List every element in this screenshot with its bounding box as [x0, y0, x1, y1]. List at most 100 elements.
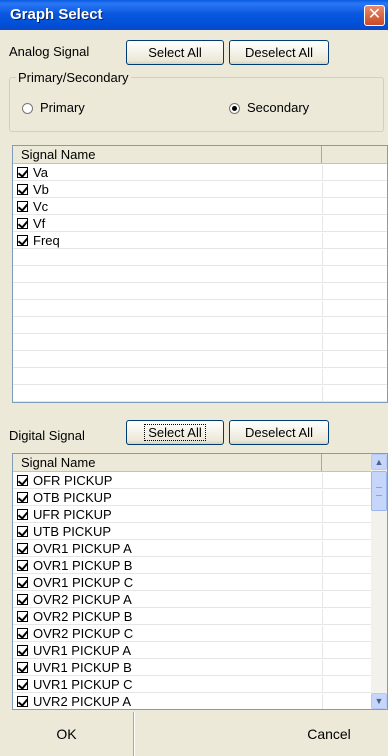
column-divider: [322, 369, 323, 385]
digital-list-scrollbar[interactable]: ▲ ▼: [371, 454, 387, 709]
digital-list-item[interactable]: OTB PICKUP: [13, 490, 387, 506]
footer-divider: [133, 712, 135, 756]
checkbox-checked-icon[interactable]: [17, 594, 28, 605]
analog-signal-list[interactable]: Signal Name Va Vb Vc Vf Freq: [12, 145, 388, 403]
analog-list-item[interactable]: Va: [13, 165, 387, 181]
column-divider: [322, 216, 323, 232]
digital-column-signal-name-label: Signal Name: [21, 455, 96, 470]
digital-column-signal-name[interactable]: Signal Name: [13, 454, 322, 471]
column-divider: [322, 182, 323, 198]
column-divider: [322, 352, 323, 368]
digital-list-item[interactable]: OVR1 PICKUP A: [13, 541, 387, 557]
column-divider: [322, 626, 323, 642]
checkbox-checked-icon[interactable]: [17, 218, 28, 229]
analog-column-signal-name-label: Signal Name: [21, 147, 96, 162]
analog-list-item[interactable]: Vf: [13, 216, 387, 232]
analog-empty-row: [13, 284, 387, 300]
ok-button[interactable]: OK: [0, 712, 133, 756]
primary-secondary-group-title: Primary/Secondary: [16, 70, 131, 85]
digital-list-item[interactable]: UTB PICKUP: [13, 524, 387, 540]
column-divider: [322, 490, 323, 506]
analog-deselect-all-button[interactable]: Deselect All: [229, 40, 329, 65]
analog-select-all-button[interactable]: Select All: [126, 40, 224, 65]
analog-list-header: Signal Name: [13, 146, 387, 164]
scrollbar-thumb[interactable]: [371, 471, 387, 511]
digital-list-item-label: OVR2 PICKUP C: [33, 626, 134, 641]
checkbox-checked-icon[interactable]: [17, 628, 28, 639]
analog-empty-row: [13, 301, 387, 317]
analog-list-item-label: Vc: [33, 199, 49, 214]
digital-list-item-label: UVR1 PICKUP B: [33, 660, 132, 675]
checkbox-checked-icon[interactable]: [17, 560, 28, 571]
analog-select-all-label: Select All: [148, 45, 202, 60]
column-divider: [322, 318, 323, 334]
column-divider: [322, 558, 323, 574]
analog-list-item-label: Va: [33, 165, 48, 180]
column-divider: [322, 335, 323, 351]
digital-list-item[interactable]: UVR1 PICKUP C: [13, 677, 387, 693]
checkbox-checked-icon[interactable]: [17, 679, 28, 690]
column-divider: [322, 267, 323, 283]
digital-select-all-button[interactable]: Select All: [126, 420, 224, 445]
checkbox-checked-icon[interactable]: [17, 492, 28, 503]
analog-deselect-all-label: Deselect All: [245, 45, 313, 60]
checkbox-checked-icon[interactable]: [17, 475, 28, 486]
title-bar[interactable]: Graph Select ✕: [0, 0, 388, 30]
close-icon: ✕: [367, 6, 382, 23]
digital-list-item[interactable]: OVR2 PICKUP B: [13, 609, 387, 625]
checkbox-checked-icon[interactable]: [17, 184, 28, 195]
column-divider: [322, 199, 323, 215]
analog-empty-row: [13, 267, 387, 283]
checkbox-checked-icon[interactable]: [17, 696, 28, 707]
checkbox-checked-icon[interactable]: [17, 526, 28, 537]
digital-list-item[interactable]: OFR PICKUP: [13, 473, 387, 489]
digital-deselect-all-button[interactable]: Deselect All: [229, 420, 329, 445]
digital-list-item[interactable]: UVR2 PICKUP A: [13, 694, 387, 709]
checkbox-checked-icon[interactable]: [17, 167, 28, 178]
radio-primary[interactable]: Primary: [22, 100, 122, 116]
digital-signal-list[interactable]: Signal Name OFR PICKUP OTB PICKUP UFR PICK…: [12, 453, 388, 710]
column-divider: [322, 592, 323, 608]
column-divider: [322, 284, 323, 300]
analog-list-item[interactable]: Vb: [13, 182, 387, 198]
radio-primary-indicator-icon: [22, 103, 33, 114]
checkbox-checked-icon[interactable]: [17, 611, 28, 622]
checkbox-checked-icon[interactable]: [17, 201, 28, 212]
cancel-button[interactable]: Cancel: [270, 712, 388, 756]
checkbox-checked-icon[interactable]: [17, 662, 28, 673]
digital-signal-label: Digital Signal: [9, 428, 85, 443]
checkbox-checked-icon[interactable]: [17, 235, 28, 246]
scroll-up-arrow-icon[interactable]: ▲: [371, 454, 387, 470]
ok-label: OK: [56, 726, 77, 742]
column-divider: [322, 541, 323, 557]
digital-list-item[interactable]: UFR PICKUP: [13, 507, 387, 523]
column-divider: [322, 575, 323, 591]
checkbox-checked-icon[interactable]: [17, 645, 28, 656]
close-button[interactable]: ✕: [364, 5, 385, 26]
digital-list-item-label: UVR1 PICKUP C: [33, 677, 133, 692]
analog-list-item[interactable]: Freq: [13, 233, 387, 249]
analog-empty-row: [13, 352, 387, 368]
digital-list-item-label: OFR PICKUP: [33, 473, 113, 488]
analog-list-item[interactable]: Vc: [13, 199, 387, 215]
analog-column-signal-name[interactable]: Signal Name: [13, 146, 322, 163]
digital-list-item-label: UVR1 PICKUP A: [33, 643, 132, 658]
column-divider: [322, 165, 323, 181]
digital-list-item[interactable]: UVR1 PICKUP A: [13, 643, 387, 659]
radio-secondary[interactable]: Secondary: [229, 100, 339, 116]
digital-deselect-all-label: Deselect All: [245, 425, 313, 440]
digital-list-item[interactable]: OVR1 PICKUP C: [13, 575, 387, 591]
radio-secondary-indicator-icon: [229, 103, 240, 114]
digital-list-item-label: OVR2 PICKUP B: [33, 609, 133, 624]
digital-list-item[interactable]: OVR1 PICKUP B: [13, 558, 387, 574]
checkbox-checked-icon[interactable]: [17, 543, 28, 554]
digital-list-item-label: UTB PICKUP: [33, 524, 112, 539]
digital-list-item-label: OVR1 PICKUP A: [33, 541, 132, 556]
checkbox-checked-icon[interactable]: [17, 509, 28, 520]
digital-list-item[interactable]: OVR2 PICKUP A: [13, 592, 387, 608]
digital-list-item[interactable]: OVR2 PICKUP C: [13, 626, 387, 642]
scroll-down-arrow-icon[interactable]: ▼: [371, 693, 387, 709]
digital-list-item[interactable]: UVR1 PICKUP B: [13, 660, 387, 676]
checkbox-checked-icon[interactable]: [17, 577, 28, 588]
column-divider: [322, 677, 323, 693]
